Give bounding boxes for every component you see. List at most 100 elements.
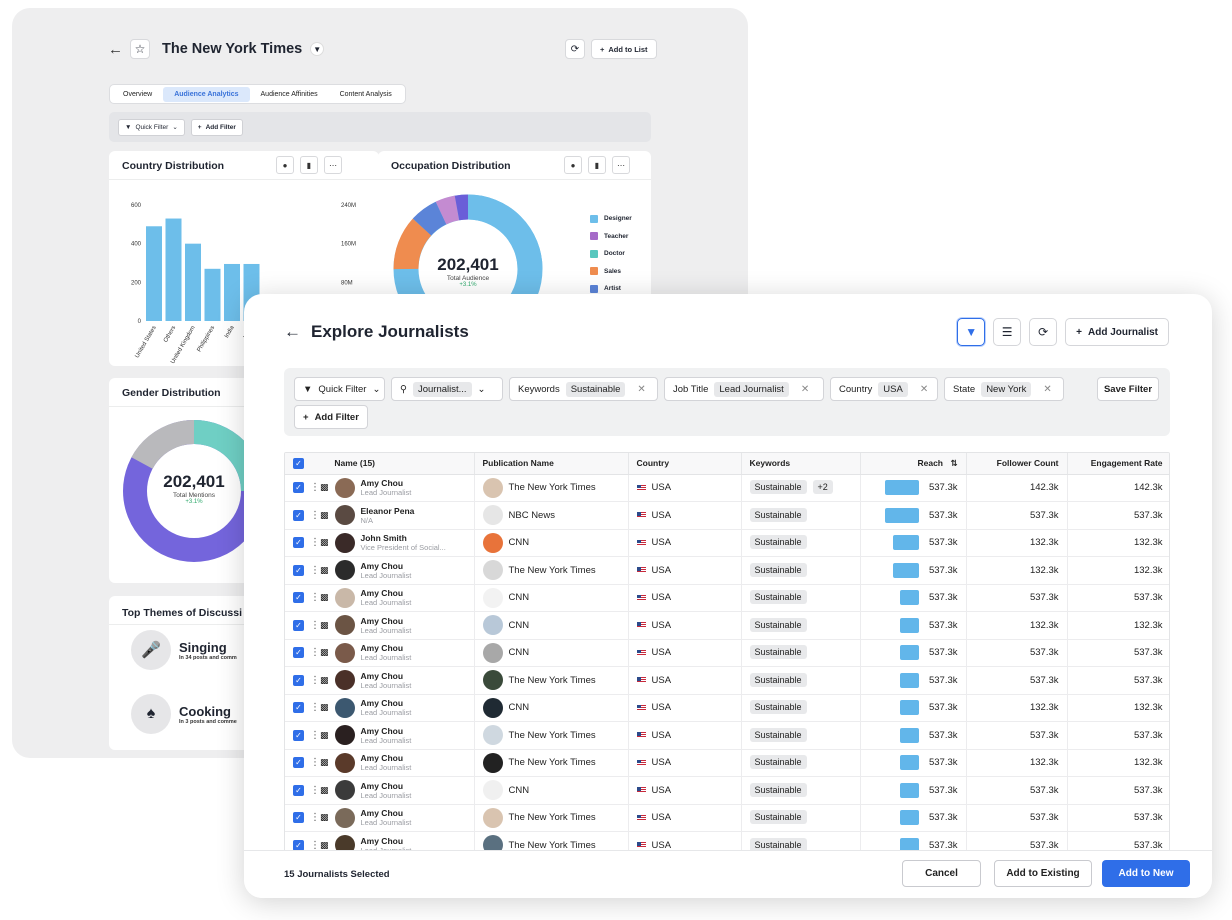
publication-name[interactable]: CNN [509, 647, 530, 658]
row-checkbox[interactable]: ✓ [293, 729, 304, 741]
table-row[interactable]: ✓ ⋮ ▩ Amy Chou Lead Journalist The New York T… [285, 474, 1169, 502]
drag-handle-icon[interactable]: ⋮ [310, 537, 320, 548]
back-arrow-icon[interactable]: ← [108, 41, 123, 58]
profile-card-icon[interactable]: ▩ [320, 702, 329, 713]
journalist-name[interactable]: Amy Chou [361, 698, 412, 708]
column-header-follower-count[interactable]: Follower Count [966, 453, 1068, 475]
journalist-name[interactable]: John Smith [361, 533, 446, 543]
bulb-icon[interactable]: ● [564, 156, 582, 174]
row-checkbox[interactable]: ✓ [293, 674, 304, 686]
refresh-icon[interactable]: ⟳ [565, 39, 585, 59]
row-checkbox[interactable]: ✓ [293, 702, 304, 714]
tab-content-analysis[interactable]: Content Analysis [329, 87, 403, 102]
select-all-checkbox[interactable]: ✓ [293, 457, 304, 469]
cancel-button[interactable]: Cancel [902, 860, 981, 887]
publication-name[interactable]: CNN [509, 785, 530, 796]
column-header-country[interactable]: Country [628, 453, 742, 475]
drag-handle-icon[interactable]: ⋮ [310, 510, 320, 521]
drag-handle-icon[interactable]: ⋮ [310, 730, 320, 741]
add-to-existing-button[interactable]: Add to Existing [994, 860, 1092, 887]
table-row[interactable]: ✓ ⋮ ▩ Amy Chou Lead Journalist The New York T… [285, 804, 1169, 832]
row-checkbox[interactable]: ✓ [293, 564, 304, 576]
refresh-icon[interactable]: ⟳ [1029, 318, 1058, 346]
bar[interactable] [185, 243, 201, 321]
add-to-list-button[interactable]: + Add to List [591, 39, 657, 59]
save-filter-button[interactable]: Save Filter [1097, 377, 1159, 401]
publication-name[interactable]: CNN [509, 702, 530, 713]
table-row[interactable]: ✓ ⋮ ▩ Amy Chou Lead Journalist CNN USA Sustaina… [285, 776, 1169, 805]
more-icon[interactable]: ⋯ [612, 156, 630, 174]
profile-card-icon[interactable]: ▩ [320, 592, 329, 603]
star-icon[interactable]: ☆ [130, 39, 150, 59]
journalist-name[interactable]: Amy Chou [361, 478, 412, 488]
journalist-name[interactable]: Amy Chou [361, 561, 412, 571]
column-header-name[interactable]: ✓ Name (15) [285, 453, 475, 475]
row-checkbox[interactable]: ✓ [293, 537, 304, 549]
publication-name[interactable]: The New York Times [509, 675, 596, 686]
profile-card-icon[interactable]: ▩ [320, 620, 329, 631]
profile-card-icon[interactable]: ▩ [320, 812, 329, 823]
journalist-name[interactable]: Amy Chou [361, 753, 412, 763]
publication-name[interactable]: The New York Times [509, 812, 596, 823]
journalist-name[interactable]: Amy Chou [361, 808, 412, 818]
publication-name[interactable]: CNN [509, 537, 530, 548]
table-row[interactable]: ✓ ⋮ ▩ Amy Chou Lead Journalist CNN USA Sustaina… [285, 639, 1169, 667]
journalist-name[interactable]: Amy Chou [361, 671, 412, 681]
drag-handle-icon[interactable]: ⋮ [310, 620, 320, 631]
close-icon[interactable]: ✕ [637, 384, 645, 395]
table-row[interactable]: ✓ ⋮ ▩ Amy Chou Lead Journalist CNN USA Sustaina… [285, 611, 1169, 640]
profile-card-icon[interactable]: ▩ [320, 647, 329, 658]
country-filter-chip[interactable]: Country USA ✕ [830, 377, 938, 401]
drag-handle-icon[interactable]: ⋮ [310, 785, 320, 796]
row-checkbox[interactable]: ✓ [293, 482, 304, 494]
row-checkbox[interactable]: ✓ [293, 647, 304, 659]
publication-name[interactable]: NBC News [509, 510, 555, 521]
close-icon[interactable]: ✕ [801, 384, 809, 395]
publication-name[interactable]: The New York Times [509, 730, 596, 741]
back-arrow-icon[interactable]: ← [284, 322, 301, 342]
publication-name[interactable]: The New York Times [509, 757, 596, 768]
quick-filter-button[interactable]: ▼ Quick Filter ⌄ [294, 377, 385, 401]
state-filter-chip[interactable]: State New York ✕ [944, 377, 1064, 401]
bar[interactable] [165, 218, 182, 321]
profile-card-icon[interactable]: ▩ [320, 730, 329, 741]
table-row[interactable]: ✓ ⋮ ▩ Amy Chou Lead Journalist The New York T… [285, 749, 1169, 777]
quick-filter-button[interactable]: ▼ Quick Filter ⌄ [118, 118, 185, 136]
bar-chart-icon[interactable]: ▮ [588, 156, 606, 174]
sort-icon[interactable]: ⇅ [950, 458, 957, 468]
journalist-name[interactable]: Amy Chou [361, 643, 412, 653]
journalist-name[interactable]: Amy Chou [361, 726, 412, 736]
table-row[interactable]: ✓ ⋮ ▩ Eleanor Pena N/A NBC News USA Sustainable… [285, 501, 1169, 530]
column-header-engagement-rate[interactable]: Engagement Rate [1067, 453, 1169, 475]
publication-name[interactable]: CNN [509, 592, 530, 603]
chevron-down-icon[interactable]: ▼ [310, 42, 325, 56]
row-checkbox[interactable]: ✓ [293, 509, 304, 521]
profile-card-icon[interactable]: ▩ [320, 785, 329, 796]
row-checkbox[interactable]: ✓ [293, 592, 304, 604]
tab-overview[interactable]: Overview [112, 87, 163, 102]
drag-handle-icon[interactable]: ⋮ [310, 647, 320, 658]
bar[interactable] [224, 263, 240, 321]
journalist-name[interactable]: Amy Chou [361, 616, 412, 626]
drag-handle-icon[interactable]: ⋮ [310, 675, 320, 686]
tab-audience-analytics[interactable]: Audience Analytics [163, 86, 250, 102]
drag-handle-icon[interactable]: ⋮ [310, 482, 320, 493]
close-icon[interactable]: ✕ [1043, 384, 1051, 395]
journalist-name[interactable]: Amy Chou [361, 781, 412, 791]
column-header-reach[interactable]: Reach ⇅ [860, 453, 967, 475]
profile-card-icon[interactable]: ▩ [320, 482, 329, 493]
table-row[interactable]: ✓ ⋮ ▩ Amy Chou Lead Journalist The New York T… [285, 556, 1169, 585]
table-row[interactable]: ✓ ⋮ ▩ Amy Chou Lead Journalist The New York T… [285, 721, 1169, 750]
drag-handle-icon[interactable]: ⋮ [310, 757, 320, 768]
add-filter-button[interactable]: + Add Filter [190, 118, 243, 136]
add-journalist-button[interactable]: + Add Journalist [1065, 318, 1169, 346]
journalist-search[interactable]: ⚲ Journalist... ⌄ [391, 377, 503, 401]
table-row[interactable]: ✓ ⋮ ▩ Amy Chou Lead Journalist CNN USA Sustaina… [285, 584, 1169, 612]
add-filter-button[interactable]: + Add Filter [294, 405, 368, 429]
drag-handle-icon[interactable]: ⋮ [310, 812, 320, 823]
journalist-name[interactable]: Amy Chou [361, 836, 412, 846]
bar[interactable] [204, 268, 221, 321]
columns-icon[interactable]: ☰ [993, 318, 1022, 346]
row-checkbox[interactable]: ✓ [293, 757, 304, 769]
add-to-new-button[interactable]: Add to New [1102, 860, 1190, 887]
